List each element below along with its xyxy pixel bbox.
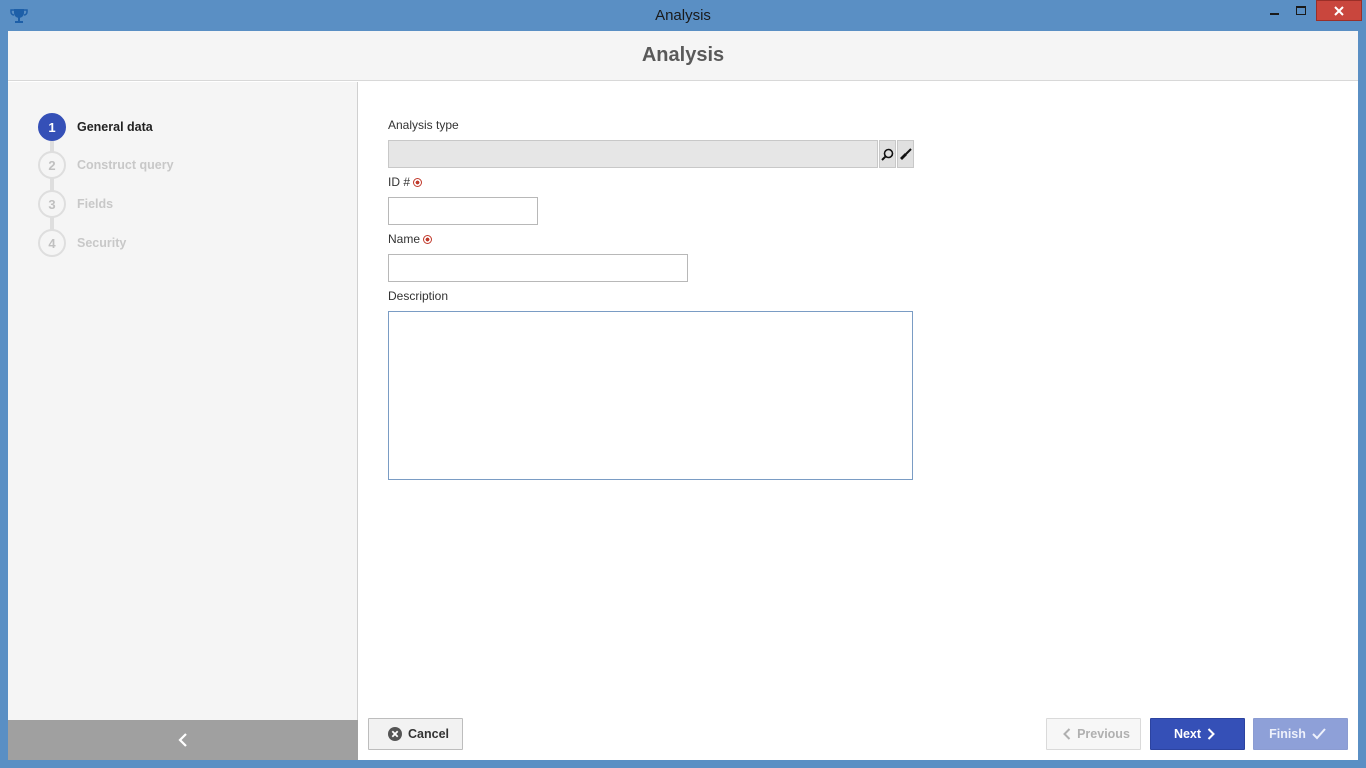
step-number: 3 [38, 190, 66, 218]
step-number: 1 [38, 113, 66, 141]
collapse-sidebar-button[interactable] [8, 720, 358, 760]
wizard-window: Analysis 1 General data 2 Construct quer… [8, 31, 1358, 760]
next-label: Next [1173, 727, 1202, 741]
chevron-left-icon [178, 733, 187, 747]
description-textarea[interactable] [388, 311, 913, 480]
analysis-type-field[interactable] [388, 140, 878, 168]
name-label-text: Name [388, 232, 421, 246]
chevron-right-icon [1207, 728, 1215, 740]
eraser-icon [900, 147, 912, 160]
previous-button[interactable]: Previous [1046, 718, 1141, 750]
title-bar: Analysis [0, 0, 1366, 31]
step-security[interactable]: 4 Security [38, 228, 126, 258]
step-number: 4 [38, 229, 66, 257]
name-label: Name [388, 232, 433, 246]
finish-button[interactable]: Finish [1253, 718, 1348, 750]
checkmark-icon [1312, 728, 1326, 740]
next-button[interactable]: Next [1150, 718, 1245, 750]
cancel-button[interactable]: Cancel [368, 718, 463, 750]
search-button[interactable] [879, 140, 896, 168]
minimize-button[interactable] [1262, 0, 1288, 22]
name-field[interactable] [388, 254, 688, 282]
step-label: Fields [77, 197, 114, 211]
required-icon [413, 178, 423, 187]
previous-label: Previous [1077, 727, 1130, 741]
step-fields[interactable]: 3 Fields [38, 189, 113, 219]
required-icon [423, 235, 433, 244]
finish-label: Finish [1269, 727, 1306, 741]
page-title: Analysis [641, 44, 725, 66]
wizard-header: Analysis [8, 31, 1358, 81]
search-icon [881, 148, 894, 161]
description-label: Description [388, 289, 449, 303]
cancel-label: Cancel [408, 727, 449, 741]
id-label-text: ID # [388, 175, 411, 189]
close-window-button[interactable] [1316, 0, 1362, 21]
step-label: Construct query [77, 158, 174, 172]
step-label: General data [77, 120, 153, 134]
step-construct-query[interactable]: 2 Construct query [38, 150, 174, 180]
chevron-left-icon [1063, 728, 1071, 740]
window-title: Analysis [655, 7, 711, 24]
step-general-data[interactable]: 1 General data [38, 112, 153, 142]
maximize-button[interactable] [1288, 0, 1314, 22]
steps-sidebar: 1 General data 2 Construct query 3 Field… [8, 82, 358, 760]
close-circle-icon [388, 727, 402, 741]
id-label: ID # [388, 175, 423, 189]
close-icon [1334, 5, 1344, 16]
analysis-type-label: Analysis type [388, 118, 459, 132]
clear-button[interactable] [897, 140, 914, 168]
step-label: Security [77, 236, 127, 250]
step-number: 2 [38, 151, 66, 179]
id-field[interactable] [388, 197, 538, 225]
